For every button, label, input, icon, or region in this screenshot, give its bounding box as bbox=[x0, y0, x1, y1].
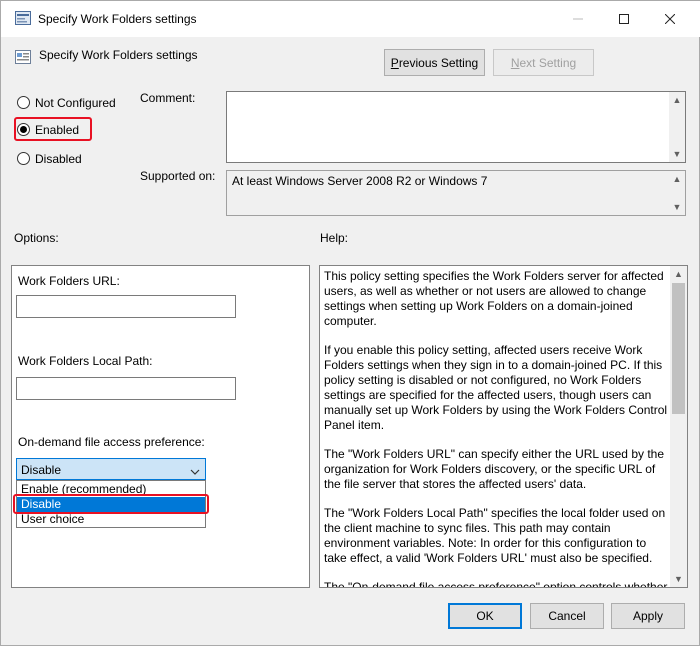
previous-setting-accel: P bbox=[390, 55, 399, 70]
help-label: Help: bbox=[320, 231, 349, 245]
supported-on-box: At least Windows Server 2008 R2 or Windo… bbox=[226, 170, 686, 216]
help-scrollbar[interactable]: ▲ ▼ bbox=[670, 266, 687, 587]
scroll-down-icon[interactable]: ▼ bbox=[670, 571, 687, 587]
on-demand-combo-value: Disable bbox=[21, 463, 62, 477]
scroll-down-icon[interactable]: ▼ bbox=[669, 146, 685, 162]
hidden-checkbox-fragment bbox=[16, 522, 206, 528]
comment-scrollbar[interactable]: ▲ ▼ bbox=[669, 92, 685, 162]
comment-label: Comment: bbox=[140, 91, 196, 105]
comment-textarea[interactable]: ▲ ▼ bbox=[226, 91, 686, 163]
maximize-icon bbox=[619, 14, 629, 24]
options-label: Options: bbox=[14, 231, 59, 245]
scroll-up-icon[interactable]: ▲ bbox=[670, 266, 687, 282]
next-setting-button[interactable]: Next Setting bbox=[493, 49, 594, 76]
chevron-down-icon[interactable] bbox=[190, 465, 200, 475]
help-panel: This policy setting specifies the Work F… bbox=[319, 265, 688, 588]
previous-setting-label: revious Setting bbox=[398, 55, 479, 70]
disable-option-highlight bbox=[13, 494, 209, 514]
scroll-up-icon[interactable]: ▲ bbox=[669, 92, 685, 108]
supported-on-scrollbar[interactable]: ▲ ▼ bbox=[669, 171, 685, 215]
minimize-icon bbox=[573, 18, 583, 20]
enabled-label[interactable]: Enabled bbox=[35, 123, 79, 137]
next-setting-label: ext Setting bbox=[519, 55, 577, 70]
maximize-button[interactable] bbox=[601, 1, 647, 37]
on-demand-label: On-demand file access preference: bbox=[18, 435, 205, 449]
policy-icon bbox=[15, 11, 31, 25]
supported-on-label: Supported on: bbox=[140, 169, 216, 183]
not-configured-radio[interactable] bbox=[17, 96, 30, 109]
not-configured-label[interactable]: Not Configured bbox=[35, 96, 116, 110]
window-title: Specify Work Folders settings bbox=[38, 12, 197, 26]
cancel-button[interactable]: Cancel bbox=[530, 603, 604, 629]
disabled-label[interactable]: Disabled bbox=[35, 152, 82, 166]
help-text: This policy setting specifies the Work F… bbox=[324, 269, 668, 588]
title-bar[interactable]: Specify Work Folders settings bbox=[1, 1, 700, 37]
close-button[interactable] bbox=[647, 1, 693, 37]
header-title: Specify Work Folders settings bbox=[39, 48, 198, 62]
help-scroll-thumb[interactable] bbox=[672, 283, 685, 414]
close-icon bbox=[665, 14, 675, 24]
disabled-radio[interactable] bbox=[17, 152, 30, 165]
ok-button[interactable]: OK bbox=[448, 603, 522, 629]
on-demand-combobox[interactable]: Disable bbox=[16, 458, 206, 480]
work-folders-local-path-input[interactable] bbox=[16, 377, 236, 400]
setting-icon bbox=[15, 49, 31, 65]
help-paragraph: This policy setting specifies the Work F… bbox=[324, 269, 664, 328]
work-folders-url-label: Work Folders URL: bbox=[18, 274, 120, 288]
supported-on-value: At least Windows Server 2008 R2 or Windo… bbox=[232, 174, 488, 188]
previous-setting-button[interactable]: Previous Setting bbox=[384, 49, 485, 76]
help-paragraph: The "On-demand file access preference" o… bbox=[324, 580, 668, 588]
enabled-radio[interactable] bbox=[17, 123, 30, 136]
policy-setting-dialog: Specify Work Folders settings Specify Wo… bbox=[0, 0, 700, 646]
apply-label: Apply bbox=[632, 609, 664, 623]
work-folders-local-path-label: Work Folders Local Path: bbox=[18, 354, 153, 368]
work-folders-url-input[interactable] bbox=[16, 295, 236, 318]
options-panel: Work Folders URL: Work Folders Local Pat… bbox=[11, 265, 310, 588]
minimize-button[interactable] bbox=[555, 1, 601, 37]
apply-button[interactable]: Apply bbox=[611, 603, 685, 629]
next-setting-accel: N bbox=[510, 55, 520, 70]
help-paragraph: If you enable this policy setting, affec… bbox=[324, 343, 668, 432]
scroll-down-icon[interactable]: ▼ bbox=[669, 199, 685, 215]
help-paragraph: The "Work Folders URL" can specify eithe… bbox=[324, 447, 665, 491]
help-paragraph: The "Work Folders Local Path" specifies … bbox=[324, 506, 666, 565]
scroll-up-icon[interactable]: ▲ bbox=[669, 171, 685, 187]
